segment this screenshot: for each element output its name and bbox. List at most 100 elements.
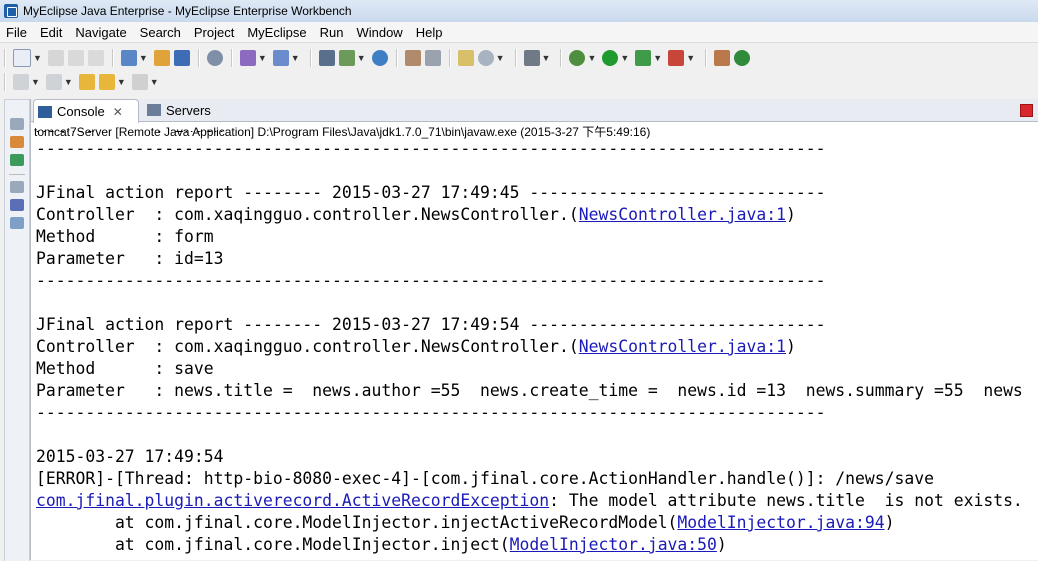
menu-help[interactable]: Help — [410, 25, 450, 40]
hierarchy-icon[interactable] — [10, 154, 24, 166]
stacktrace-link[interactable]: NewsController.java:1 — [579, 337, 786, 356]
toolbar-separator — [4, 73, 5, 91]
console-output[interactable]: Method : index--------------------------… — [36, 131, 1038, 560]
trim-separator — [9, 174, 25, 175]
open-type-icon[interactable] — [714, 50, 731, 66]
chevron-down-icon[interactable]: ▼ — [150, 77, 159, 87]
tab-console-label: Console — [57, 104, 105, 119]
console-line: [ERROR]-[Thread: http-bio-8080-exec-4]-[… — [36, 469, 934, 488]
chevron-down-icon[interactable]: ▼ — [117, 77, 126, 87]
previous-annotation-icon[interactable] — [45, 74, 62, 90]
console-line: ----------------------------------------… — [36, 271, 826, 290]
toolbar-separator — [4, 49, 5, 67]
menu-project[interactable]: Project — [188, 25, 241, 40]
toolbar-separator — [705, 49, 707, 67]
console-text: Method : index--------------------------… — [36, 131, 1038, 556]
chevron-down-icon[interactable]: ▼ — [620, 53, 629, 63]
brush-icon[interactable] — [404, 50, 421, 66]
last-edit-icon[interactable] — [78, 74, 95, 90]
deploy-icon[interactable] — [173, 50, 190, 66]
chevron-down-icon[interactable]: ▼ — [542, 53, 551, 63]
toolbar-separator — [309, 49, 311, 67]
console-line: Controller : com.xaqingguo.controller.Ne… — [36, 205, 796, 224]
close-icon[interactable]: ✕ — [113, 105, 123, 119]
restore-icon[interactable] — [10, 118, 24, 130]
open-resource-icon[interactable] — [734, 50, 751, 66]
chevron-down-icon[interactable]: ▼ — [31, 77, 40, 87]
console-line: Method : index — [36, 131, 1038, 138]
save-icon[interactable] — [47, 50, 64, 66]
web-service-icon[interactable] — [272, 50, 289, 66]
wand-icon[interactable] — [239, 50, 256, 66]
monitor-icon[interactable] — [477, 50, 494, 66]
menu-file[interactable]: File — [0, 25, 34, 40]
stacktrace-link[interactable]: NewsController.java:1 — [579, 205, 786, 224]
settings-icon[interactable] — [457, 50, 474, 66]
main-toolbar: ▼ ▼ ▼ ▼ ▼ ▼ ▼ ▼ ▼ ▼ ▼ — [0, 46, 752, 70]
chevron-down-icon[interactable]: ▼ — [64, 77, 73, 87]
console-icon — [38, 105, 52, 118]
external-tools-icon[interactable] — [668, 50, 685, 66]
package-icon[interactable] — [153, 50, 170, 66]
outline-icon[interactable] — [10, 199, 24, 211]
menu-bar: File Edit Navigate Search Project MyEcli… — [0, 22, 1038, 43]
properties-icon[interactable] — [10, 217, 24, 229]
restore-icon[interactable] — [10, 181, 24, 193]
chevron-down-icon[interactable]: ▼ — [258, 53, 267, 63]
print-icon[interactable] — [87, 50, 104, 66]
stacktrace-link[interactable]: ModelInjector.java:50 — [510, 535, 717, 554]
servers-icon — [147, 104, 161, 116]
tab-servers-label: Servers — [166, 102, 211, 118]
chevron-down-icon[interactable]: ▼ — [33, 53, 42, 63]
menu-myeclipse[interactable]: MyEclipse — [241, 25, 313, 40]
forward-arrow-icon[interactable] — [131, 74, 148, 90]
chevron-down-icon[interactable]: ▼ — [139, 53, 148, 63]
back-arrow-icon[interactable] — [98, 74, 115, 90]
debug-icon[interactable] — [569, 50, 586, 66]
chevron-down-icon[interactable]: ▼ — [291, 53, 300, 63]
console-line: ----------------------------------------… — [36, 139, 826, 158]
next-annotation-icon[interactable] — [13, 74, 29, 90]
console-line: at com.jfinal.core.ModelInjector.injectA… — [36, 513, 895, 532]
stacktrace-link[interactable]: com.jfinal.plugin.activerecord.ActiveRec… — [36, 491, 549, 510]
console-line: ----------------------------------------… — [36, 403, 826, 422]
chevron-down-icon[interactable]: ▼ — [496, 53, 505, 63]
tab-servers[interactable]: Servers — [143, 99, 243, 121]
terminate-icon[interactable] — [1020, 104, 1033, 117]
menu-window[interactable]: Window — [350, 25, 409, 40]
refresh-icon[interactable] — [424, 50, 441, 66]
menu-search[interactable]: Search — [134, 25, 188, 40]
run-icon[interactable] — [602, 50, 619, 66]
server-icon[interactable] — [206, 50, 223, 66]
toolbar-separator — [514, 49, 516, 67]
console-line: JFinal action report -------- 2015-03-27… — [36, 183, 826, 202]
toolbar-separator — [230, 49, 232, 67]
save-all-icon[interactable] — [67, 50, 84, 66]
menu-edit[interactable]: Edit — [34, 25, 69, 40]
title-bar: MyEclipse Java Enterprise - MyEclipse En… — [0, 0, 1038, 22]
export-icon[interactable] — [338, 50, 355, 66]
chevron-down-icon[interactable]: ▼ — [653, 53, 662, 63]
stacktrace-link[interactable]: ModelInjector.java:94 — [677, 513, 884, 532]
console-view: Console ✕ Servers tomcat7Server [Remote … — [30, 99, 1038, 560]
camera-icon[interactable] — [523, 50, 540, 66]
run-external-icon[interactable] — [635, 50, 652, 66]
chevron-down-icon[interactable]: ▼ — [686, 53, 695, 63]
console-line: Parameter : id=13 — [36, 249, 224, 268]
tab-console[interactable]: Console ✕ — [33, 99, 139, 123]
globe-icon[interactable] — [371, 50, 388, 66]
database-icon[interactable] — [318, 50, 335, 66]
console-line: at com.jfinal.core.ModelInjector.inject(… — [36, 535, 727, 554]
menu-navigate[interactable]: Navigate — [69, 25, 133, 40]
menu-run[interactable]: Run — [314, 25, 351, 40]
chevron-down-icon[interactable]: ▼ — [587, 53, 596, 63]
package-explorer-icon[interactable] — [10, 136, 24, 148]
console-line: Method : form — [36, 227, 214, 246]
new-icon[interactable] — [13, 49, 31, 67]
new-project-icon[interactable] — [120, 50, 137, 66]
chevron-down-icon[interactable]: ▼ — [357, 53, 366, 63]
console-line: Method : save — [36, 359, 214, 378]
